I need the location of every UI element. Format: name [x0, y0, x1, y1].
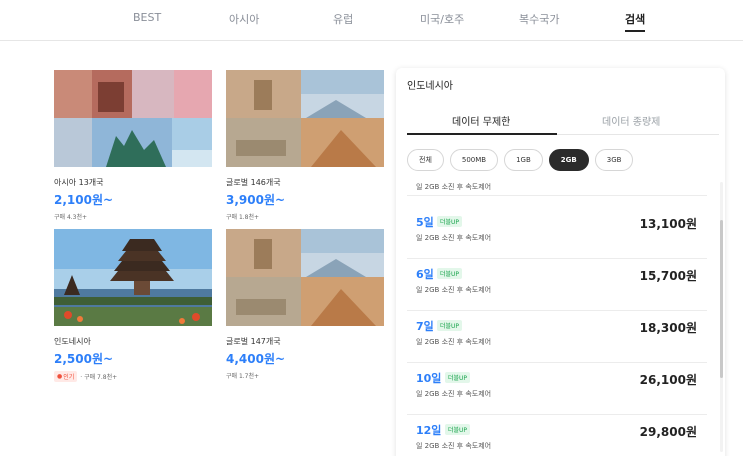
- plan-days: 10일: [416, 372, 442, 385]
- product-image: [226, 229, 384, 326]
- plan-price: 18,300원: [639, 321, 697, 335]
- purchase-count-text: 구매 1.7천+: [226, 373, 260, 380]
- plan-row[interactable]: 7일 더블UP 일 2GB 소진 후 속도제어 18,300원: [407, 311, 707, 363]
- plan-description: 일 2GB 소진 후 속도제어: [416, 338, 492, 346]
- popular-badge-label: 인기: [63, 374, 75, 381]
- product-name: 글로벌 147개국: [226, 337, 281, 346]
- product-card-global-147[interactable]: 글로벌 147개국 4,400원~ 구매 1.7천+: [226, 229, 384, 380]
- plan-days: 5일: [416, 216, 434, 229]
- chip-3gb[interactable]: 3GB: [594, 149, 634, 171]
- product-price: 2,100원~: [54, 193, 114, 207]
- tab-best[interactable]: BEST: [133, 11, 161, 24]
- tab-unlimited-data[interactable]: 데이터 무제한: [452, 113, 510, 128]
- product-image: [54, 70, 212, 167]
- purchase-count-text: · 구매 7.8천+: [80, 374, 118, 381]
- purchase-count: ● 인기 · 구매 7.8천+: [54, 371, 212, 382]
- tab-usa-australia[interactable]: 미국/호주: [420, 11, 464, 27]
- plan-description: 일 2GB 소진 후 속도제어: [416, 183, 492, 191]
- tab-search[interactable]: 검색: [625, 11, 646, 32]
- product-price: 4,400원~: [226, 352, 286, 366]
- plan-price: 13,100원: [639, 217, 697, 231]
- product-name: 글로벌 146개국: [226, 178, 281, 187]
- product-image: [226, 70, 384, 167]
- plan-panel: 인도네시아 데이터 무제한 데이터 종량제 전체 500MB 1GB 2GB 3…: [396, 68, 725, 456]
- tab-europe[interactable]: 유럽: [333, 11, 353, 27]
- plan-row[interactable]: 6일 더블UP 일 2GB 소진 후 속도제어 15,700원: [407, 259, 707, 311]
- top-navigation: BEST 아시아 유럽 미국/호주 복수국가 검색: [0, 0, 743, 41]
- product-price: 2,500원~: [54, 352, 114, 366]
- product-card-indonesia[interactable]: 인도네시아 2,500원~ ● 인기 · 구매 7.8천+: [54, 229, 212, 382]
- product-name: 인도네시아: [54, 337, 91, 346]
- tab-pay-per-use-data[interactable]: 데이터 종량제: [602, 113, 660, 128]
- plan-price: 26,100원: [639, 373, 697, 387]
- panel-title: 인도네시아: [407, 81, 453, 92]
- product-card-global-146[interactable]: 글로벌 146개국 3,900원~ 구매 1.8천+: [226, 70, 384, 221]
- plan-row[interactable]: 10일 더블UP 일 2GB 소진 후 속도제어 26,100원: [407, 363, 707, 415]
- plan-description: 일 2GB 소진 후 속도제어: [416, 442, 492, 450]
- chip-1gb[interactable]: 1GB: [504, 149, 543, 171]
- plan-row[interactable]: 12일 더블UP 일 2GB 소진 후 속도제어 29,800원: [407, 415, 707, 456]
- tab-multi-country[interactable]: 복수국가: [519, 11, 559, 27]
- plan-row-partial[interactable]: 일 2GB 소진 후 속도제어: [407, 180, 707, 196]
- chip-all[interactable]: 전체: [407, 149, 444, 171]
- active-tab-indicator: [407, 133, 557, 135]
- product-name: 아시아 13개국: [54, 178, 104, 187]
- double-up-badge: 더블UP: [445, 372, 471, 383]
- plan-type-tabs: 데이터 무제한 데이터 종량제: [407, 104, 719, 135]
- plan-description: 일 2GB 소진 후 속도제어: [416, 234, 492, 242]
- plan-price: 15,700원: [639, 269, 697, 283]
- plan-days: 12일: [416, 424, 442, 437]
- fire-icon: ●: [57, 373, 63, 380]
- chip-2gb[interactable]: 2GB: [548, 149, 589, 171]
- plan-days: 6일: [416, 268, 434, 281]
- scrollbar-thumb[interactable]: [720, 220, 723, 378]
- purchase-count: 구매 1.7천+: [226, 371, 384, 380]
- plan-price: 29,800원: [639, 425, 697, 439]
- plan-description: 일 2GB 소진 후 속도제어: [416, 286, 492, 294]
- plan-list: 일 2GB 소진 후 속도제어 5일 더블UP 일 2GB 소진 후 속도제어 …: [407, 180, 707, 456]
- popular-badge: ● 인기: [54, 371, 78, 382]
- purchase-count: 구매 4.3천+: [54, 212, 212, 221]
- chip-500mb[interactable]: 500MB: [449, 149, 499, 171]
- product-card-asia[interactable]: 아시아 13개국 2,100원~ 구매 4.3천+: [54, 70, 212, 221]
- purchase-count-text: 구매 1.8천+: [226, 214, 260, 221]
- double-up-badge: 더블UP: [437, 216, 463, 227]
- tab-asia[interactable]: 아시아: [229, 11, 259, 27]
- product-image: [54, 229, 212, 326]
- plan-description: 일 2GB 소진 후 속도제어: [416, 390, 492, 398]
- double-up-badge: 더블UP: [437, 268, 463, 279]
- double-up-badge: 더블UP: [437, 320, 463, 331]
- plan-row[interactable]: 5일 더블UP 일 2GB 소진 후 속도제어 13,100원: [407, 207, 707, 259]
- double-up-badge: 더블UP: [445, 424, 471, 435]
- data-amount-filter: 전체 500MB 1GB 2GB 3GB: [407, 149, 634, 171]
- plan-days: 7일: [416, 320, 434, 333]
- product-price: 3,900원~: [226, 193, 286, 207]
- purchase-count-text: 구매 4.3천+: [54, 214, 88, 221]
- purchase-count: 구매 1.8천+: [226, 212, 384, 221]
